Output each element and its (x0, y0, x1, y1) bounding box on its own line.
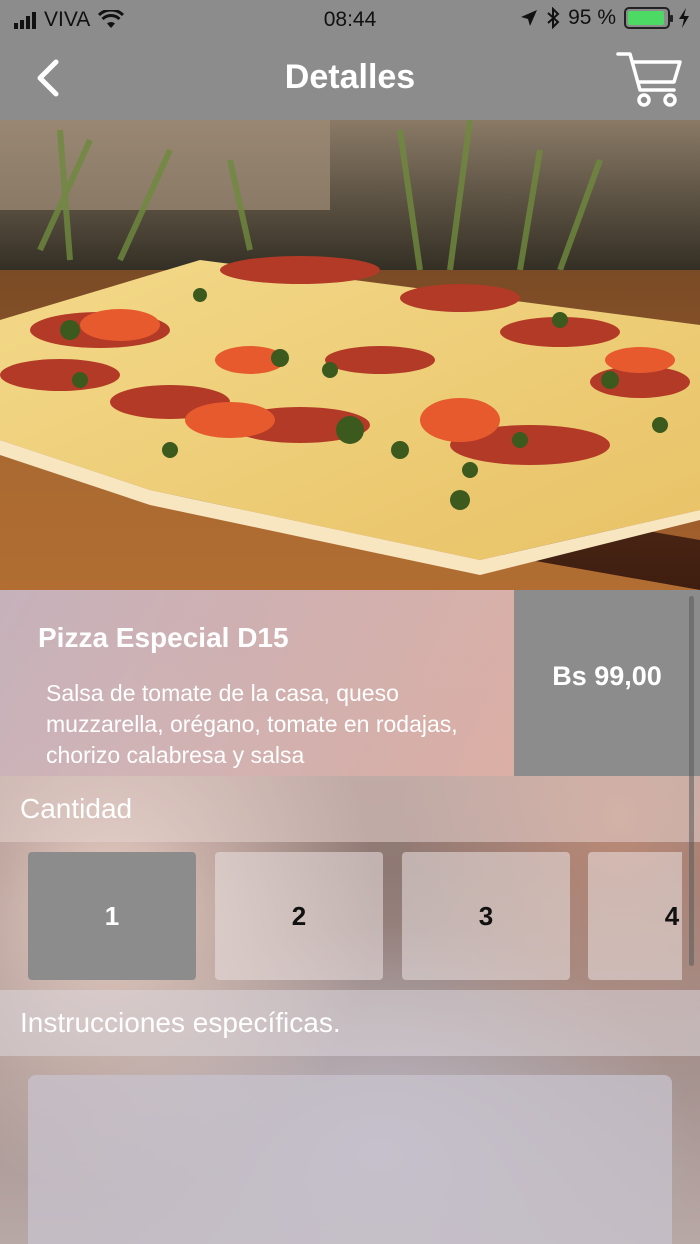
quantity-option-4[interactable]: 4 (588, 852, 682, 980)
pizza-photo (0, 120, 700, 590)
charging-bolt-icon (679, 8, 689, 28)
instructions-input[interactable] (28, 1075, 672, 1244)
cart-button[interactable] (616, 48, 684, 110)
battery-percent: 95 % (568, 6, 616, 29)
battery-fill (628, 11, 665, 25)
product-image (0, 120, 700, 590)
nav-bar: Detalles (0, 38, 700, 120)
page-title: Detalles (284, 58, 416, 96)
battery-icon (624, 7, 673, 29)
instructions-label: Instrucciones específicas. (0, 990, 700, 1056)
product-info: Pizza Especial D15 Salsa de tomate de la… (0, 590, 514, 776)
price-box: Bs 99,00 (514, 590, 700, 776)
location-arrow-icon (521, 10, 538, 26)
quantity-option-3[interactable]: 3 (402, 852, 570, 980)
product-detail-screen: VIVA 08:44 95 % Detalles Pizza Especial … (0, 0, 700, 1244)
quantity-selector: 1 2 3 4 (0, 852, 682, 980)
quantity-label: Cantidad (0, 776, 700, 842)
product-description: Salsa de tomate de la casa, queso muzzar… (46, 680, 458, 768)
quantity-option-1[interactable]: 1 (28, 852, 196, 980)
scrollbar[interactable] (689, 596, 694, 966)
shopping-cart-icon (616, 52, 682, 107)
status-right: 95 % (520, 6, 690, 30)
bluetooth-icon (547, 7, 560, 29)
status-bar: VIVA 08:44 95 % (0, 0, 700, 38)
product-price: Bs 99,00 (552, 660, 662, 691)
product-name: Pizza Especial D15 (38, 622, 289, 653)
quantity-option-2[interactable]: 2 (215, 852, 383, 980)
